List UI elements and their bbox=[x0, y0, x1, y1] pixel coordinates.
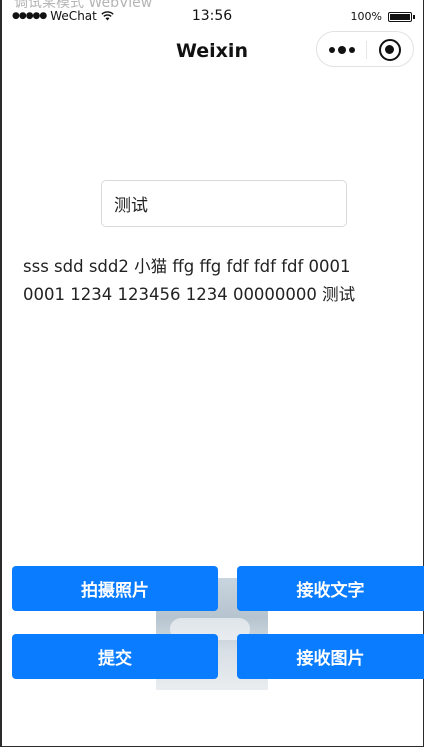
output-text: sss sdd sdd2 小猫 ffg ffg fdf fdf fdf 0001… bbox=[23, 257, 356, 304]
more-icon[interactable] bbox=[329, 43, 355, 57]
receive-image-button[interactable]: 接收图片 bbox=[237, 634, 424, 679]
capsule-divider bbox=[366, 41, 367, 59]
battery-status: 100% bbox=[350, 10, 415, 23]
receive-text-button[interactable]: 接收文字 bbox=[237, 566, 424, 611]
frame-left-border bbox=[0, 0, 2, 747]
submit-button[interactable]: 提交 bbox=[12, 634, 218, 679]
battery-icon bbox=[388, 11, 415, 22]
text-input[interactable] bbox=[101, 180, 347, 227]
status-bar: ●●●●● WeChat 13:56 100% bbox=[0, 0, 424, 30]
screen: 调试某模式 WebView ●●●●● WeChat 13:56 100% We… bbox=[0, 0, 424, 747]
take-photo-button[interactable]: 拍摄照片 bbox=[12, 566, 218, 611]
battery-percent: 100% bbox=[350, 10, 382, 23]
mini-program-capsule bbox=[316, 31, 414, 67]
close-icon[interactable] bbox=[379, 39, 401, 61]
